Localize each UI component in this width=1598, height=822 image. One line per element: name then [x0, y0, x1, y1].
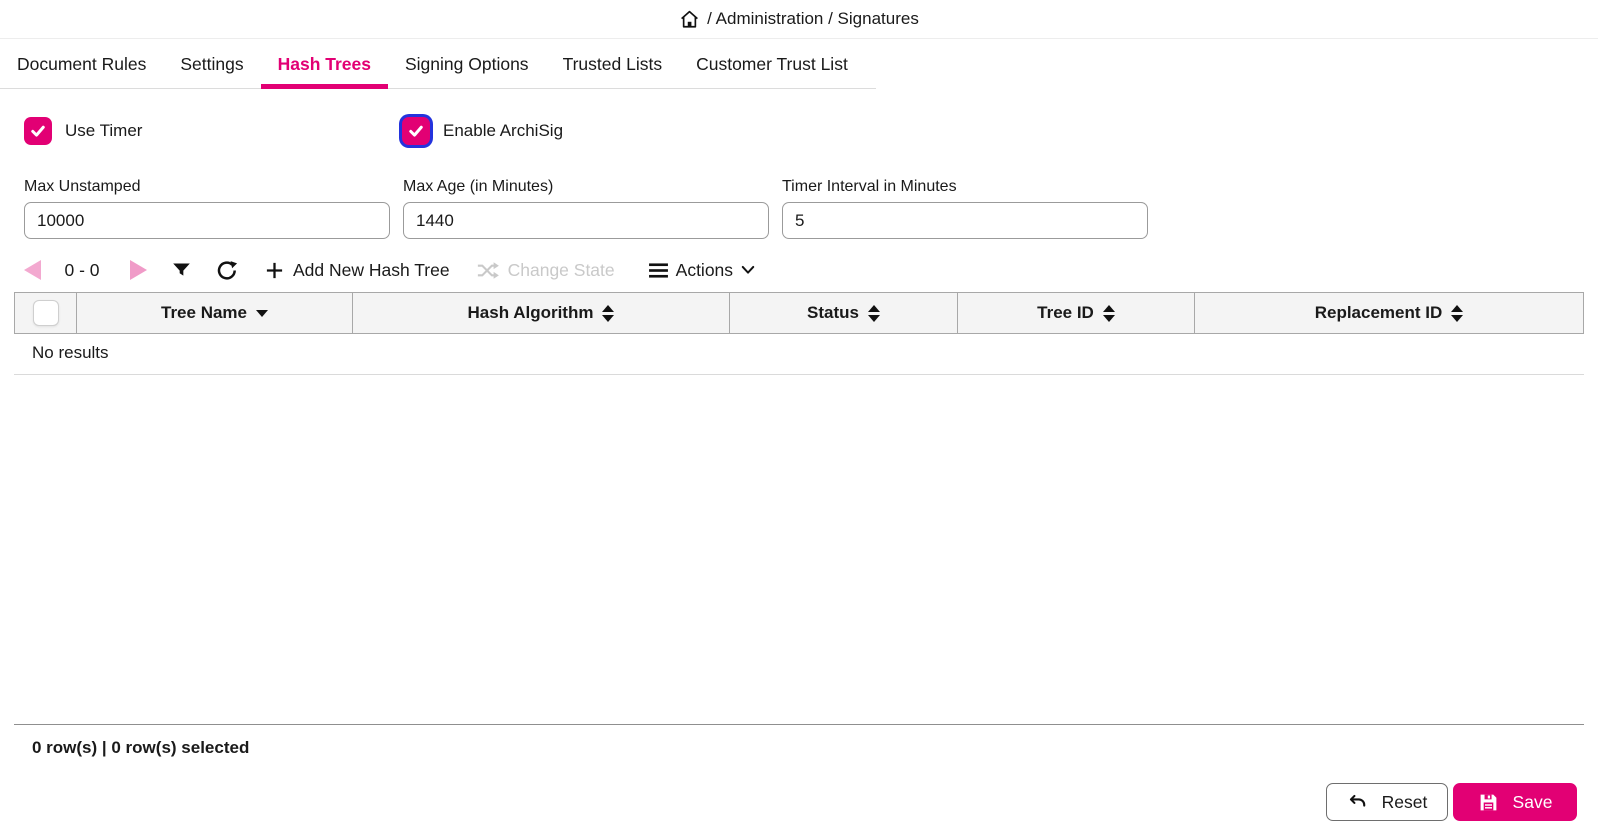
row-count-status: 0 row(s) | 0 row(s) selected [32, 738, 250, 757]
actions-label: Actions [675, 259, 734, 280]
sort-both-icon [602, 304, 615, 322]
tab-trusted-lists[interactable]: Trusted Lists [546, 43, 680, 89]
max-unstamped-field: Max Unstamped [24, 178, 390, 239]
select-all-checkbox[interactable] [32, 300, 59, 326]
table-header-row: Tree Name Hash Algorithm Status Tree ID … [14, 292, 1584, 334]
refresh-button[interactable] [216, 259, 239, 282]
tab-hash-trees[interactable]: Hash Trees [260, 43, 388, 89]
breadcrumb: / Administration / Signatures [0, 0, 1598, 39]
max-unstamped-input[interactable] [24, 202, 390, 239]
add-new-hash-tree-label: Add New Hash Tree [293, 259, 450, 280]
column-tree-id[interactable]: Tree ID [958, 293, 1195, 333]
footer-divider [14, 724, 1584, 725]
filter-icon [173, 263, 190, 276]
enable-archisig-checkbox[interactable] [402, 117, 430, 145]
column-status-label: Status [807, 303, 859, 322]
fields-row: Max Unstamped Max Age (in Minutes) Timer… [24, 178, 1574, 239]
change-state-label: Change State [507, 259, 615, 280]
use-timer-group: Use Timer [24, 117, 402, 145]
sort-desc-icon [256, 309, 268, 317]
tab-bar: Document Rules Settings Hash Trees Signi… [0, 39, 876, 89]
enable-archisig-group: Enable ArchiSig [402, 117, 563, 145]
column-replacement-id-label: Replacement ID [1314, 303, 1443, 322]
empty-area [0, 375, 1598, 724]
check-icon [31, 125, 45, 137]
no-results-row: No results [14, 334, 1584, 375]
breadcrumb-path: / Administration / Signatures [707, 9, 919, 28]
tab-document-rules[interactable]: Document Rules [0, 43, 163, 89]
max-unstamped-label: Max Unstamped [24, 178, 141, 195]
add-new-hash-tree-button[interactable]: Add New Hash Tree [265, 260, 450, 281]
hamburger-icon [648, 262, 668, 278]
timer-interval-field: Timer Interval in Minutes [782, 178, 1148, 239]
next-page-icon[interactable] [130, 260, 147, 280]
check-icon [409, 125, 423, 137]
plus-icon [266, 262, 283, 278]
home-icon[interactable] [679, 9, 700, 30]
max-age-field: Max Age (in Minutes) [403, 178, 769, 239]
tab-signing-options[interactable]: Signing Options [388, 43, 546, 89]
previous-page-icon[interactable] [24, 260, 41, 280]
column-tree-id-label: Tree ID [1037, 303, 1094, 322]
tab-settings[interactable]: Settings [163, 43, 260, 89]
timer-interval-input[interactable] [782, 202, 1148, 239]
pagination-range: 0 - 0 [64, 259, 100, 280]
column-hash-algorithm-label: Hash Algorithm [467, 303, 594, 322]
column-hash-algorithm[interactable]: Hash Algorithm [353, 293, 730, 333]
undo-icon [1349, 794, 1365, 807]
shuffle-icon [477, 261, 499, 279]
max-age-label: Max Age (in Minutes) [403, 178, 554, 195]
enable-archisig-label: Enable ArchiSig [443, 121, 564, 140]
filter-button[interactable] [171, 260, 192, 281]
reset-label: Reset [1381, 791, 1428, 812]
sort-both-icon [1451, 304, 1464, 322]
header-checkbox-cell [15, 293, 77, 333]
checkbox-row: Use Timer Enable ArchiSig [24, 117, 1574, 145]
sort-both-icon [1102, 304, 1115, 322]
column-tree-name[interactable]: Tree Name [77, 293, 353, 333]
use-timer-label: Use Timer [65, 121, 143, 140]
column-status[interactable]: Status [730, 293, 958, 333]
column-tree-name-label: Tree Name [161, 303, 247, 322]
action-buttons-row: Reset Save [0, 783, 1577, 821]
save-button[interactable]: Save [1453, 783, 1577, 821]
actions-menu-button[interactable]: Actions [648, 259, 755, 281]
max-age-input[interactable] [403, 202, 769, 239]
sort-both-icon [867, 304, 880, 322]
column-replacement-id[interactable]: Replacement ID [1195, 293, 1583, 333]
table-toolbar: 0 - 0 Add New Hash Tree Change State Act… [24, 253, 1574, 287]
reset-button[interactable]: Reset [1326, 783, 1448, 821]
timer-interval-label: Timer Interval in Minutes [782, 178, 957, 195]
chevron-down-icon [741, 265, 755, 274]
use-timer-checkbox[interactable] [24, 117, 52, 145]
hash-trees-table: Tree Name Hash Algorithm Status Tree ID … [14, 292, 1584, 375]
refresh-icon [217, 260, 238, 280]
save-label: Save [1512, 791, 1553, 812]
tab-customer-trust-list[interactable]: Customer Trust List [679, 43, 865, 89]
change-state-button[interactable]: Change State [476, 260, 615, 281]
save-icon [1480, 794, 1496, 810]
